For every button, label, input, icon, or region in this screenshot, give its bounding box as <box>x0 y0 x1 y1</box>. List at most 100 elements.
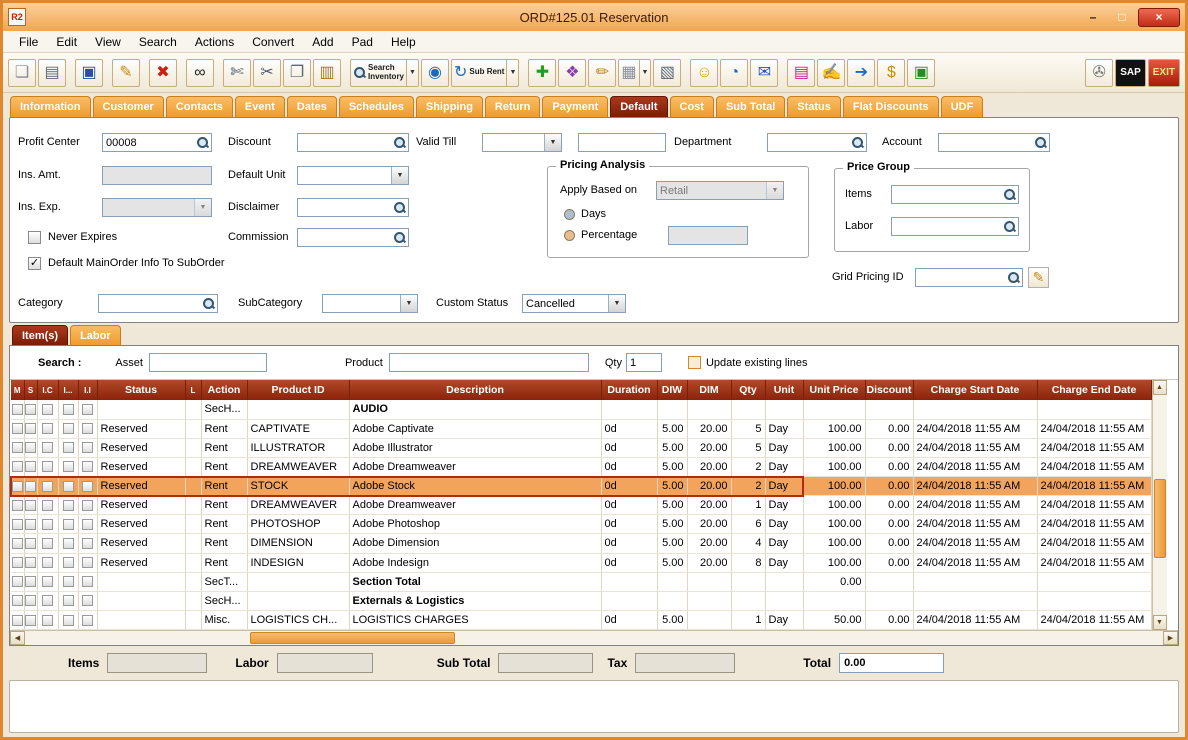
row-checkbox[interactable] <box>12 481 23 492</box>
column-header-diw[interactable]: DIW <box>657 380 687 400</box>
search-inventory-button[interactable]: Search Inventory▼ <box>350 59 419 87</box>
row-checkbox[interactable] <box>25 519 36 530</box>
row-checkbox[interactable] <box>25 481 36 492</box>
scroll-right-icon[interactable]: ▶ <box>1163 631 1178 645</box>
scroll-left-icon[interactable]: ◀ <box>10 631 25 645</box>
item-tab-labor[interactable]: Labor <box>70 325 121 345</box>
row-checkbox[interactable] <box>42 404 53 415</box>
item-tab-item-s[interactable]: Item(s) <box>12 325 68 345</box>
table-row[interactable]: SecH...Externals & Logistics <box>11 591 1151 610</box>
chevron-down-icon[interactable]: ▼ <box>391 167 408 184</box>
column-header-charge-start[interactable]: Charge Start Date <box>913 380 1037 400</box>
discount-field[interactable] <box>297 133 409 152</box>
price-group-labor-field[interactable] <box>891 217 1019 236</box>
menu-item-file[interactable]: File <box>11 33 46 51</box>
column-header-action[interactable]: Action <box>201 380 247 400</box>
menu-item-actions[interactable]: Actions <box>187 33 242 51</box>
row-checkbox[interactable] <box>63 461 74 472</box>
days-radio[interactable] <box>564 209 575 220</box>
horizontal-scroll-thumb[interactable] <box>250 632 455 644</box>
find-button[interactable]: ∞ <box>186 59 214 87</box>
valid-till-time-input[interactable] <box>579 137 663 149</box>
cut-button[interactable]: ✂ <box>253 59 281 87</box>
row-checkbox[interactable] <box>12 442 23 453</box>
table-row[interactable]: Misc.LOGISTICS CH...LOGISTICS CHARGES0d5… <box>11 610 1151 629</box>
tab-sub-total[interactable]: Sub Total <box>716 96 785 117</box>
export-button[interactable]: ➔ <box>847 59 875 87</box>
department-field[interactable] <box>767 133 867 152</box>
row-checkbox[interactable] <box>82 404 93 415</box>
minimize-button[interactable]: – <box>1080 8 1106 27</box>
row-checkbox[interactable] <box>42 538 53 549</box>
new-document-button[interactable]: ❏ <box>8 59 36 87</box>
column-header-duration[interactable]: Duration <box>601 380 657 400</box>
history-button[interactable]: ◔ <box>720 59 748 87</box>
cut-row-button[interactable]: ✄ <box>223 59 251 87</box>
column-header-s[interactable]: S <box>24 380 37 400</box>
row-checkbox[interactable] <box>25 538 36 549</box>
column-header-description[interactable]: Description <box>349 380 601 400</box>
column-header-i-c[interactable]: I.C <box>37 380 58 400</box>
row-checkbox[interactable] <box>82 595 93 606</box>
delete-button[interactable]: ✖ <box>149 59 177 87</box>
vertical-scroll-track[interactable] <box>1153 395 1167 615</box>
feedback-button[interactable]: ☺ <box>690 59 718 87</box>
table-row[interactable]: ReservedRentDREAMWEAVERAdobe Dreamweaver… <box>11 457 1151 476</box>
row-checkbox[interactable] <box>63 519 74 530</box>
price-group-labor-input[interactable] <box>892 221 1003 233</box>
column-header-i-i[interactable]: I.I <box>78 380 97 400</box>
row-checkbox[interactable] <box>12 423 23 434</box>
row-checkbox[interactable] <box>63 557 74 568</box>
row-checkbox[interactable] <box>12 461 23 472</box>
table-row[interactable]: SecH...AUDIO <box>11 400 1151 419</box>
row-checkbox[interactable] <box>63 404 74 415</box>
profit-center-input[interactable] <box>103 137 196 149</box>
profit-center-field[interactable] <box>102 133 212 152</box>
row-checkbox[interactable] <box>25 595 36 606</box>
row-checkbox[interactable] <box>12 615 23 626</box>
menu-item-help[interactable]: Help <box>383 33 424 51</box>
update-existing-checkbox[interactable] <box>688 356 701 369</box>
column-header-product-id[interactable]: Product ID <box>247 380 349 400</box>
memo-button[interactable]: ✏ <box>588 59 616 87</box>
chevron-down-icon[interactable]: ▼ <box>406 60 416 86</box>
category-input[interactable] <box>99 298 202 310</box>
custom-status-combo[interactable]: Cancelled ▼ <box>522 294 626 313</box>
row-checkbox[interactable] <box>42 519 53 530</box>
column-header-dim[interactable]: DIM <box>687 380 731 400</box>
commission-field[interactable] <box>297 228 409 247</box>
labels-button[interactable]: ▦▼ <box>618 59 651 87</box>
commission-search-icon[interactable] <box>393 231 406 244</box>
row-checkbox[interactable] <box>25 423 36 434</box>
subcategory-combo[interactable]: ▼ <box>322 294 418 313</box>
scroll-down-icon[interactable]: ▼ <box>1153 615 1167 630</box>
table-row[interactable]: ReservedRentDREAMWEAVERAdobe Dreamweaver… <box>11 496 1151 515</box>
catalog-button[interactable]: ▤ <box>787 59 815 87</box>
tab-payment[interactable]: Payment <box>542 96 608 117</box>
row-checkbox[interactable] <box>82 557 93 568</box>
options-button[interactable]: ❖ <box>558 59 586 87</box>
row-checkbox[interactable] <box>82 538 93 549</box>
tab-shipping[interactable]: Shipping <box>416 96 483 117</box>
column-header-qty[interactable]: Qty <box>731 380 765 400</box>
category-search-icon[interactable] <box>202 297 215 310</box>
row-checkbox[interactable] <box>63 481 74 492</box>
valid-till-combo[interactable]: ▼ <box>482 133 562 152</box>
row-checkbox[interactable] <box>42 461 53 472</box>
default-mainorder-checkbox[interactable]: ✓ <box>28 257 41 270</box>
row-checkbox[interactable] <box>82 576 93 587</box>
row-checkbox[interactable] <box>42 500 53 511</box>
menu-item-convert[interactable]: Convert <box>244 33 302 51</box>
menu-item-pad[interactable]: Pad <box>344 33 381 51</box>
row-checkbox[interactable] <box>82 481 93 492</box>
email-button[interactable]: ✉ <box>750 59 778 87</box>
report-button[interactable]: ▧ <box>653 59 681 87</box>
row-checkbox[interactable] <box>25 461 36 472</box>
sap-button[interactable]: SAP <box>1115 59 1146 87</box>
row-checkbox[interactable] <box>63 615 74 626</box>
design-button[interactable]: ✇ <box>1085 59 1113 87</box>
row-checkbox[interactable] <box>42 481 53 492</box>
disclaimer-input[interactable] <box>298 202 393 214</box>
row-checkbox[interactable] <box>42 595 53 606</box>
asset-input[interactable] <box>149 353 267 372</box>
